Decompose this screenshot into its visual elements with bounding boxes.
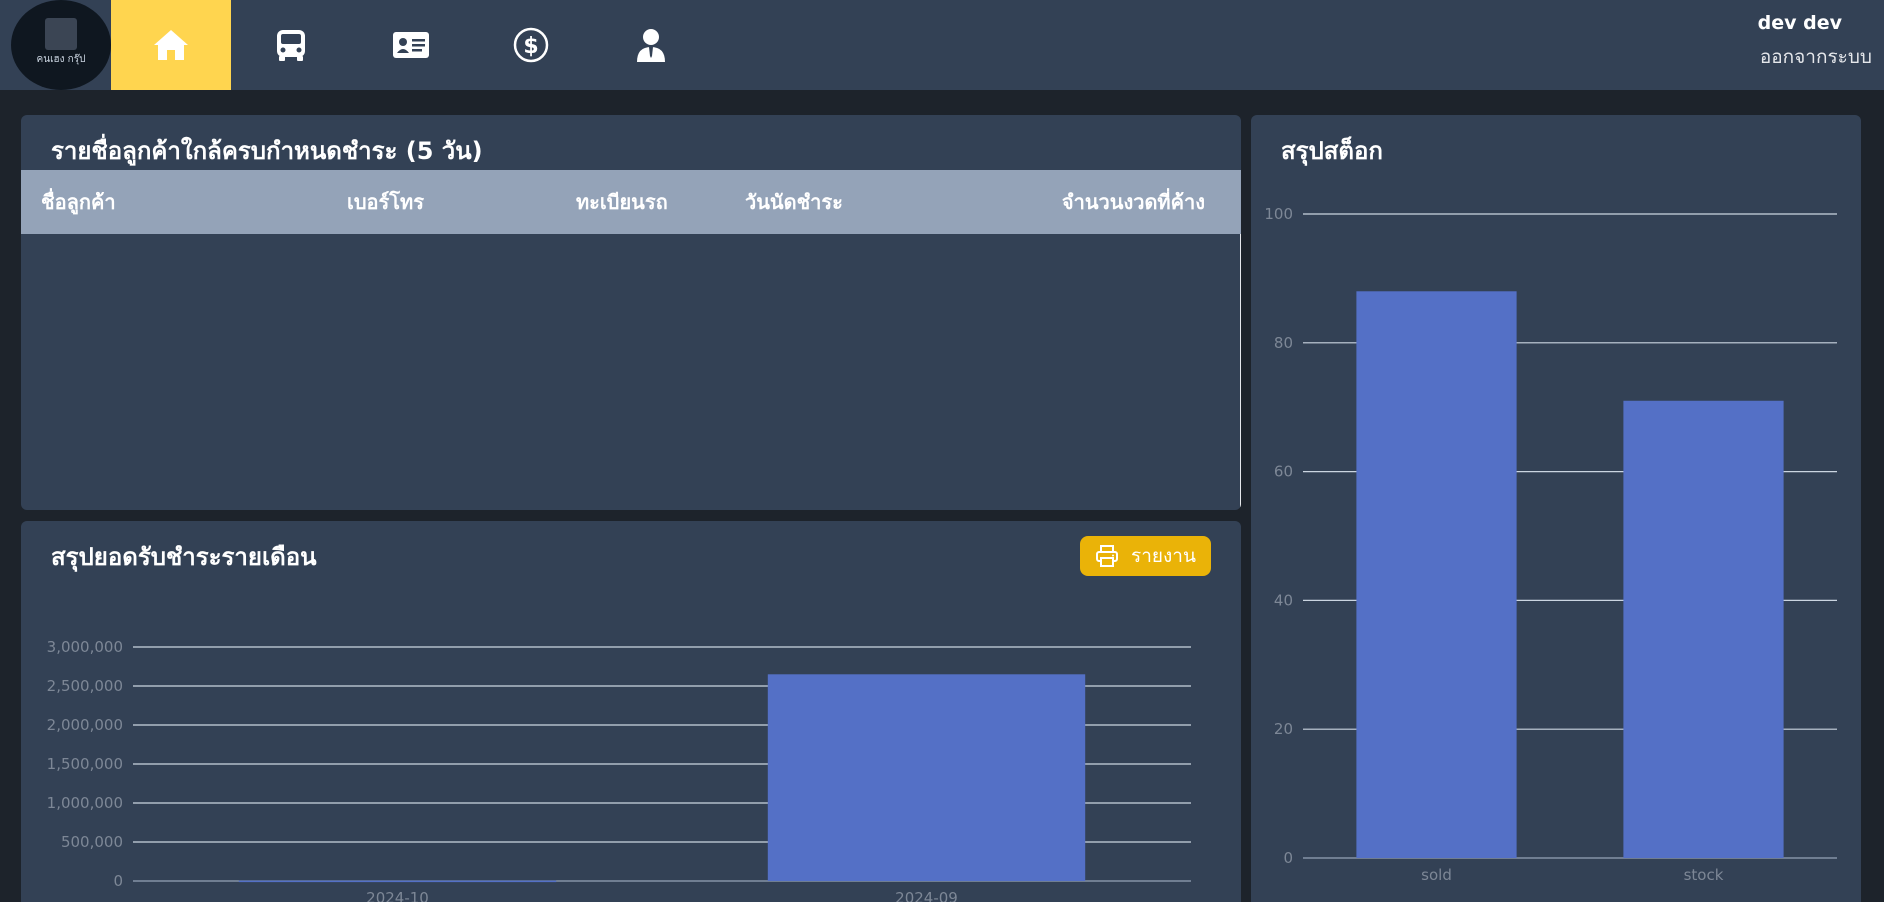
y-tick-label: 2,500,000 — [47, 677, 123, 695]
column-overdue-installments: จำนวนงวดที่ค้าง — [1061, 190, 1205, 214]
stock-summary-title: สรุปสต็อก — [1281, 137, 1383, 165]
y-tick-label: 40 — [1274, 591, 1293, 609]
user-icon — [637, 29, 665, 62]
nav-home[interactable] — [111, 0, 231, 90]
x-tick-label: 2024-10 — [366, 889, 429, 902]
home-icon — [154, 30, 188, 60]
bar — [238, 880, 557, 883]
logo-text: คนเฮง กรุ๊ป — [36, 54, 86, 65]
dollar-icon: $ — [513, 27, 549, 63]
column-phone: เบอร์โทร — [347, 190, 424, 214]
svg-text:$: $ — [523, 34, 538, 59]
y-tick-label: 2,000,000 — [47, 716, 123, 734]
printer-icon — [1096, 545, 1119, 567]
y-tick-label: 0 — [1283, 849, 1293, 867]
monthly-payments-chart: 0 500,000 1,000,000 1,500,000 2,000,000 2,500… — [47, 638, 1191, 902]
logout-link[interactable]: ออกจากระบบ — [1760, 42, 1872, 72]
monthly-payments-title: สรุปยอดรับชำระรายเดือน — [51, 543, 317, 571]
nav-cars[interactable] — [231, 0, 351, 90]
y-tick-label: 80 — [1274, 334, 1293, 352]
y-tick-label: 20 — [1274, 720, 1293, 738]
y-tick-label: 60 — [1274, 463, 1293, 481]
due-table-body — [21, 234, 1241, 510]
top-navbar: คนเฮง กรุ๊ป $ dev dev ออกจากระบบ — [0, 0, 1884, 90]
column-due-date: วันนัดชำระ — [745, 190, 843, 214]
due-customers-card: รายชื่อลูกค้าใกล้ครบกำหนดชำระ (5 วัน) ชื… — [21, 115, 1241, 510]
nav-customers[interactable] — [351, 0, 471, 90]
y-tick-label: 1,000,000 — [47, 794, 123, 812]
y-tick-label: 3,000,000 — [47, 638, 123, 656]
x-tick-label: stock — [1684, 866, 1724, 884]
company-logo[interactable]: คนเฮง กรุ๊ป — [11, 0, 111, 90]
column-customer-name: ชื่อลูกค้า — [41, 190, 116, 214]
x-tick-label: 2024-09 — [895, 889, 958, 902]
due-customers-title: รายชื่อลูกค้าใกล้ครบกำหนดชำระ (5 วัน) — [51, 137, 483, 165]
x-tick-label: sold — [1421, 866, 1452, 884]
due-table-header: ชื่อลูกค้า เบอร์โทร ทะเบียนรถ วันนัดชำระ… — [21, 170, 1241, 234]
report-button-label: รายงาน — [1131, 545, 1196, 567]
stock-summary-chart: 0 20 40 60 80 100 sold stock — [1264, 205, 1837, 884]
logo-emblem — [45, 18, 77, 50]
y-tick-label: 500,000 — [61, 833, 123, 851]
nav-payments[interactable]: $ — [471, 0, 591, 90]
y-tick-label: 1,500,000 — [47, 755, 123, 773]
id-card-icon — [393, 32, 429, 58]
report-button[interactable]: รายงาน — [1080, 536, 1211, 576]
bar — [767, 674, 1086, 881]
y-tick-label: 0 — [113, 872, 123, 890]
nav-users[interactable] — [591, 0, 711, 90]
column-plate: ทะเบียนรถ — [576, 190, 668, 214]
user-name: dev dev — [1757, 12, 1842, 34]
bar — [1356, 291, 1517, 858]
bar — [1623, 400, 1784, 858]
y-tick-label: 100 — [1264, 205, 1293, 223]
car-icon — [277, 30, 305, 61]
